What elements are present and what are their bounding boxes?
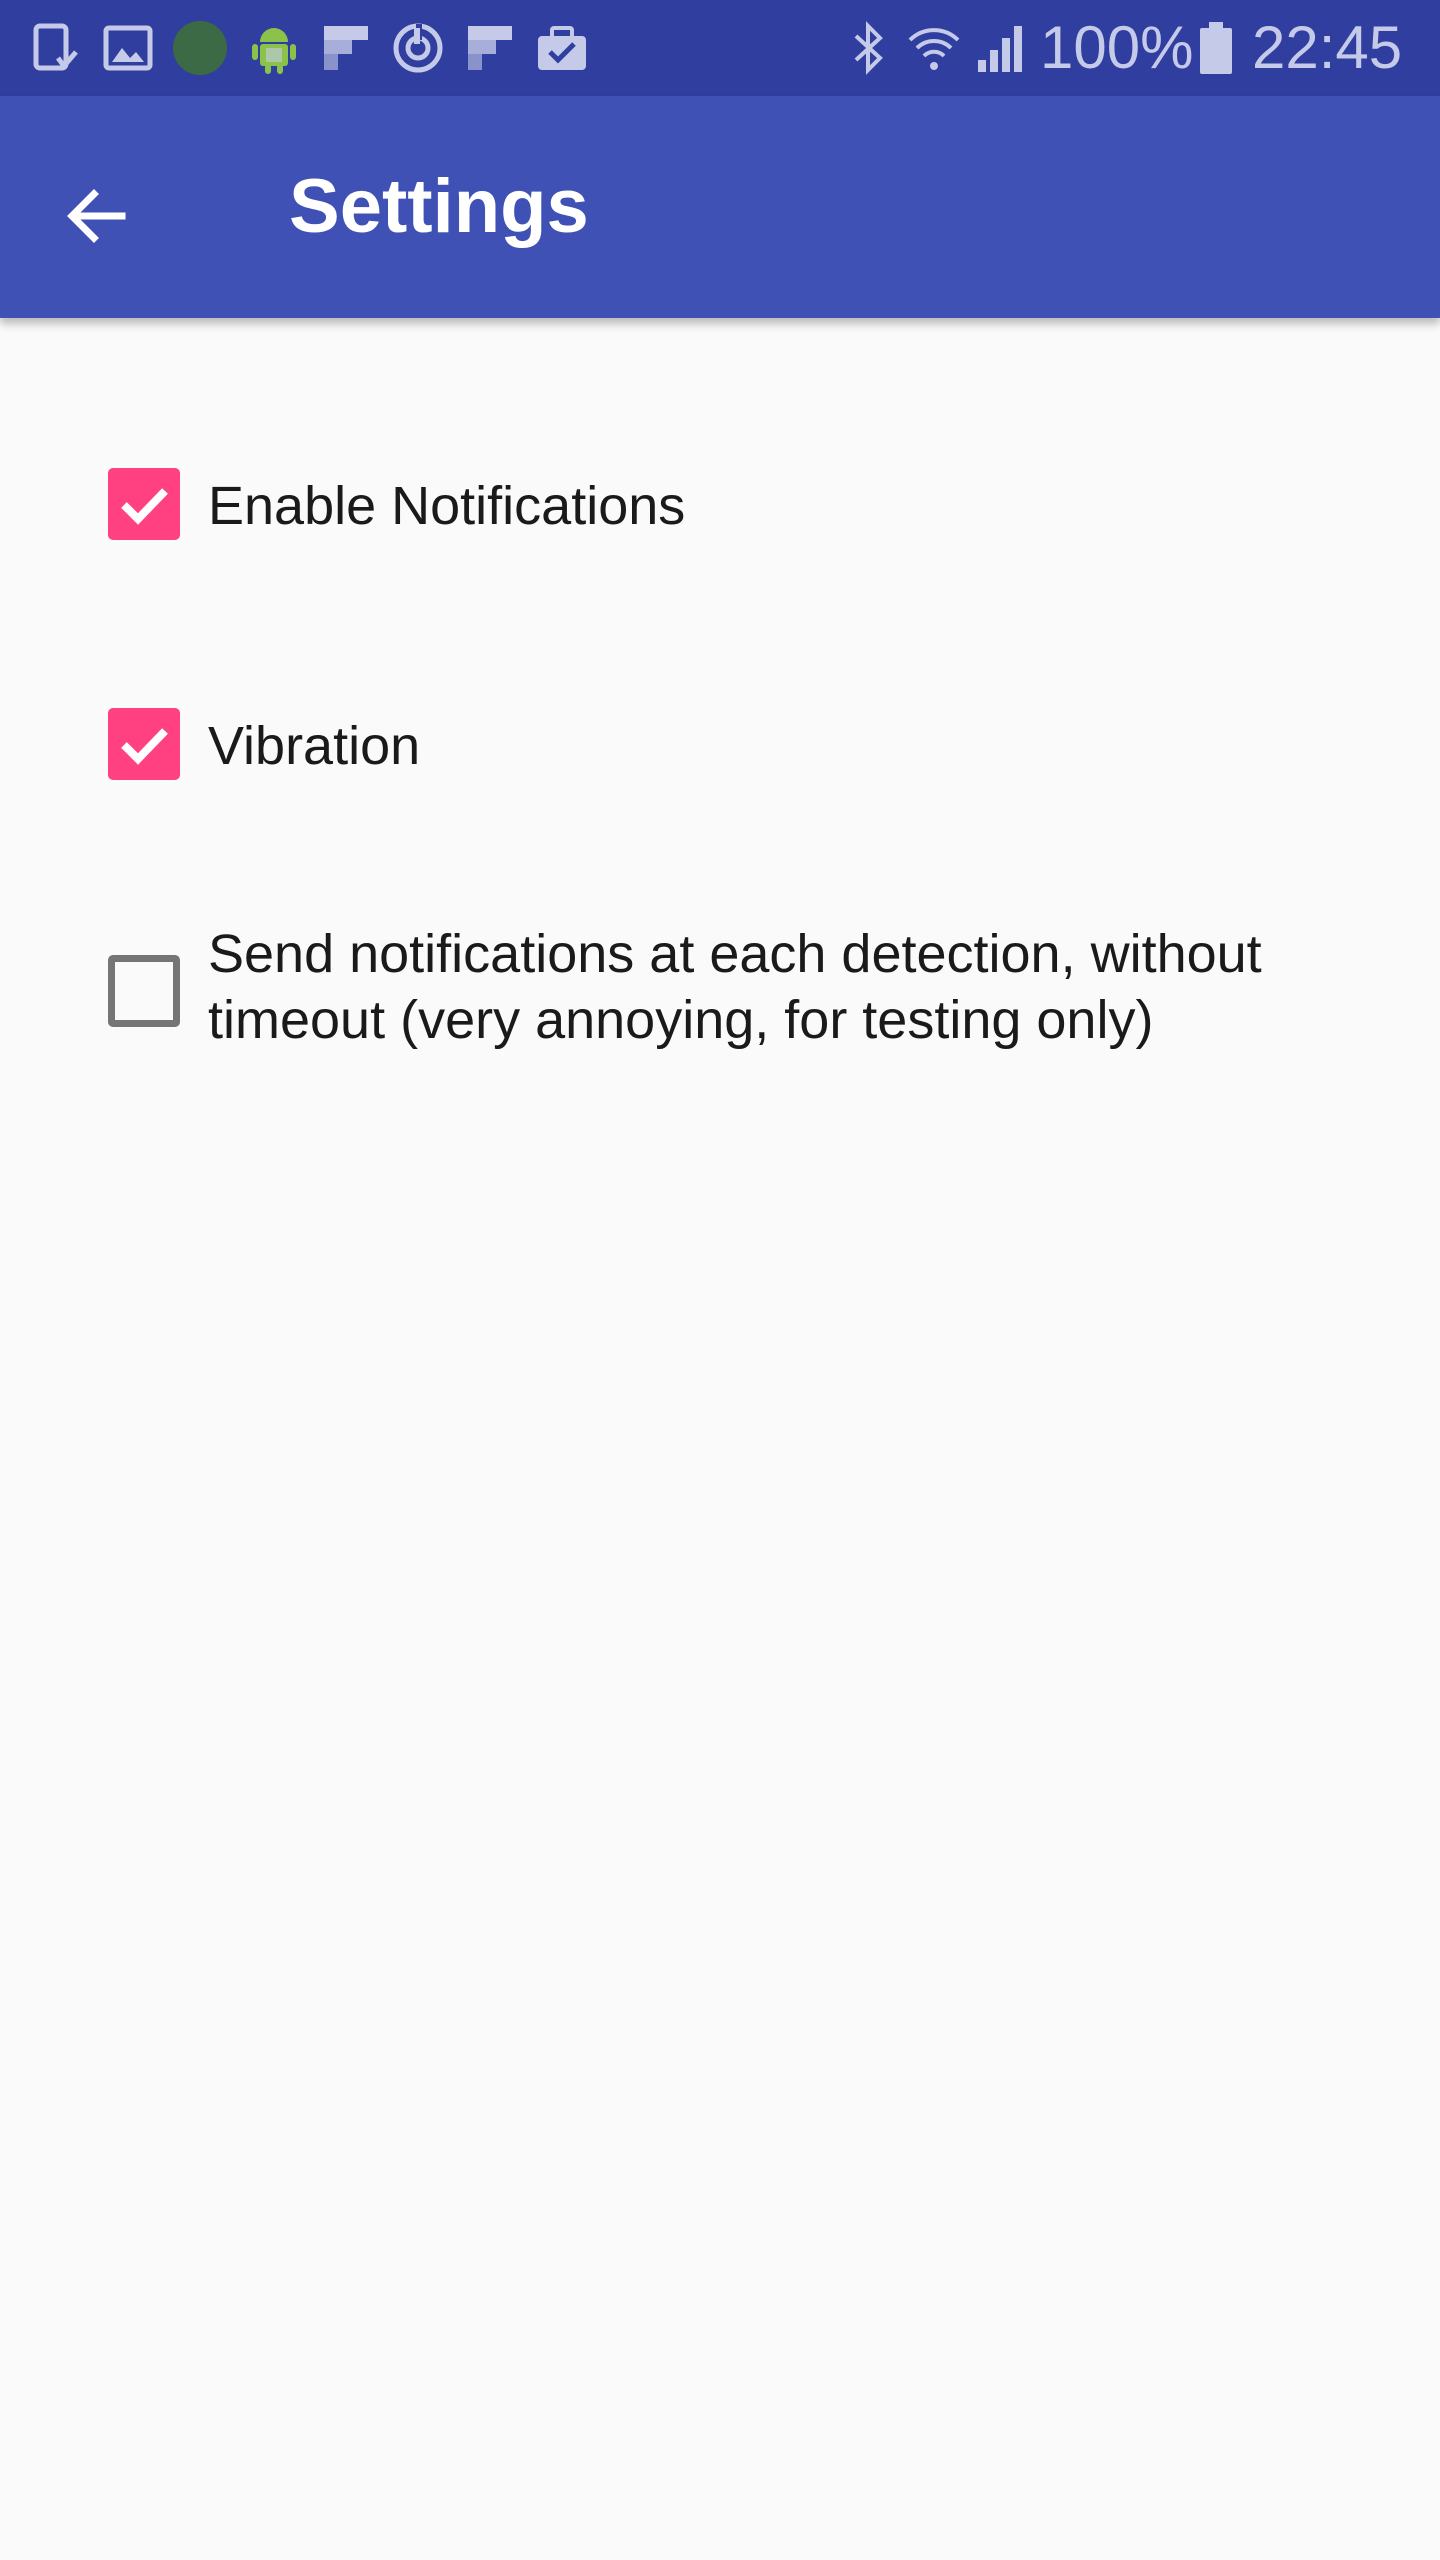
pref-label: Send notifications at each detection, wi…	[208, 924, 1262, 1050]
battery-icon	[1200, 22, 1232, 74]
flipboard-icon	[324, 26, 368, 70]
clock: 22:45	[1252, 14, 1403, 81]
green-dot-icon	[173, 21, 227, 75]
image-icon	[103, 25, 153, 71]
pref-enable-notifications[interactable]: Enable Notifications	[0, 440, 1440, 570]
wifi-icon	[908, 28, 960, 70]
briefcase-check-icon	[538, 26, 586, 70]
app-bar: Settings	[0, 96, 1440, 318]
battery-percent: 100%	[1040, 14, 1194, 81]
sync-icon	[393, 23, 443, 73]
send-each-detection-checkbox[interactable]	[108, 955, 180, 1027]
pref-vibration[interactable]: Vibration	[0, 680, 1440, 810]
pref-label: Enable Notifications	[208, 476, 686, 536]
pref-send-each-detection[interactable]: Send notifications at each detection, wi…	[0, 920, 1440, 1080]
signal-icon	[978, 26, 1022, 72]
android-icon	[252, 28, 296, 74]
flipboard-icon	[468, 26, 512, 70]
arrow-back-icon	[67, 189, 126, 243]
back-button[interactable]	[36, 156, 156, 276]
tablet-download-icon	[33, 23, 78, 71]
page-title: Settings	[289, 164, 589, 249]
pref-label: Vibration	[208, 716, 421, 776]
vibration-checkbox[interactable]	[108, 708, 180, 780]
check-icon	[121, 488, 168, 525]
bluetooth-icon	[854, 21, 883, 75]
status-bar: 100% 22:45	[0, 0, 1440, 96]
enable-notifications-checkbox[interactable]	[108, 468, 180, 540]
check-icon	[121, 728, 168, 765]
